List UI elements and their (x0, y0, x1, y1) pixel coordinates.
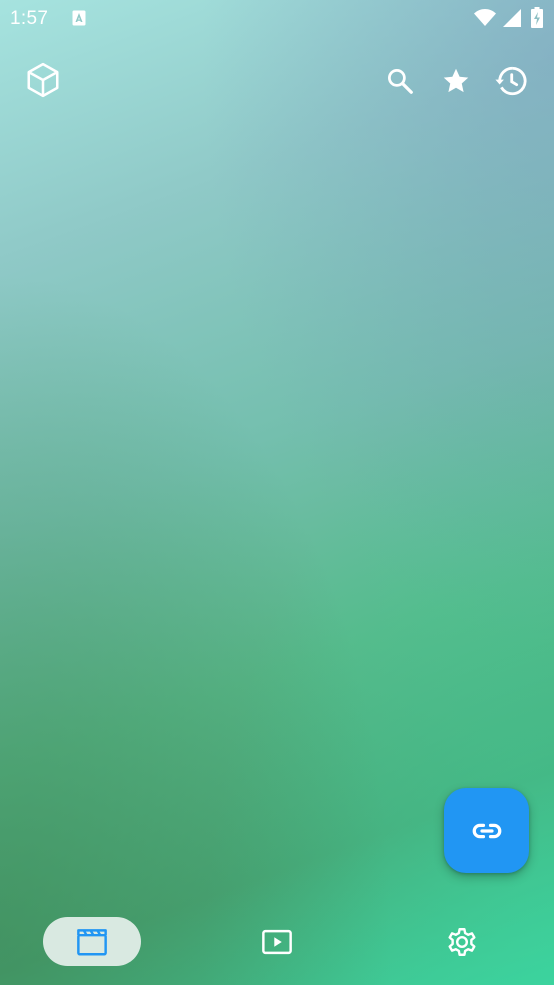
star-icon (443, 68, 469, 93)
link-icon (472, 823, 501, 838)
bottom-navigation (0, 905, 554, 985)
cellular-signal-icon (503, 9, 521, 27)
nav-item-videos[interactable] (43, 917, 141, 966)
cube-icon (23, 60, 63, 100)
favorites-button[interactable] (439, 64, 473, 98)
nav-item-settings[interactable] (437, 917, 487, 966)
app-bar (0, 52, 554, 108)
status-bar: 1:57 (0, 0, 554, 38)
status-time: 1:57 (10, 8, 49, 29)
clapperboard-icon (77, 928, 107, 955)
add-link-fab[interactable] (444, 788, 529, 873)
battery-charging-icon (531, 7, 543, 28)
gear-icon (448, 927, 476, 956)
wifi-icon (474, 9, 496, 26)
search-button[interactable] (383, 64, 417, 98)
search-icon (388, 69, 413, 94)
history-icon (495, 66, 527, 96)
play-box-icon (262, 929, 292, 954)
nav-item-player[interactable] (252, 917, 302, 966)
history-button[interactable] (493, 63, 529, 99)
notification-icon (72, 10, 86, 26)
